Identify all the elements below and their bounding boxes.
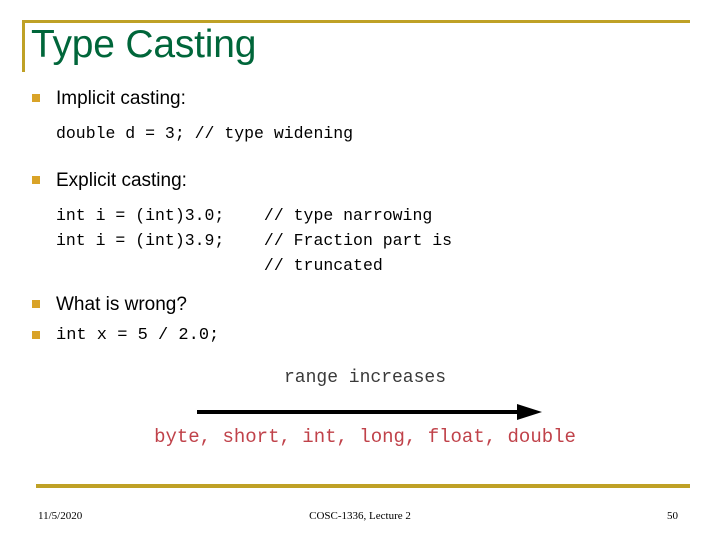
bullet-label: Explicit casting: bbox=[56, 170, 187, 191]
right-arrow-icon bbox=[197, 404, 542, 420]
bullet-item-implicit-casting: Implicit casting: bbox=[0, 86, 720, 111]
title-rule-left bbox=[22, 20, 25, 72]
slide-body: Implicit casting: double d = 3; // type … bbox=[0, 86, 720, 348]
range-caption: range increases bbox=[283, 368, 447, 388]
bullet-label: Implicit casting: bbox=[56, 88, 186, 109]
bullet-item-what-is-wrong: What is wrong? bbox=[0, 292, 720, 317]
bullet-label: What is wrong? bbox=[56, 294, 187, 315]
bullet-square-icon bbox=[32, 331, 40, 339]
footer: 11/5/2020 COSC-1336, Lecture 2 50 bbox=[0, 508, 720, 530]
footer-course-label: COSC-1336, Lecture 2 bbox=[309, 510, 411, 522]
footer-rule bbox=[36, 484, 690, 488]
code-explicit-line-2: int i = (int)3.9; // Fraction part is bbox=[56, 231, 453, 250]
bullet-item-code-question: int x = 5 / 2.0; bbox=[0, 323, 720, 348]
range-types-list: byte, short, int, long, float, double bbox=[154, 426, 576, 448]
page-title: Type Casting bbox=[31, 23, 257, 66]
code-explicit-line-1: int i = (int)3.0; // type narrowing bbox=[56, 206, 433, 225]
footer-slide-number: 50 bbox=[667, 510, 678, 522]
code-explicit-line-3: // truncated bbox=[56, 256, 383, 275]
bullet-square-icon bbox=[32, 94, 40, 102]
bullet-item-explicit-casting: Explicit casting: bbox=[0, 168, 720, 193]
bullet-square-icon bbox=[32, 300, 40, 308]
bullet-label: int x = 5 / 2.0; bbox=[56, 326, 220, 345]
slide: Type Casting Implicit casting: double d … bbox=[0, 0, 720, 540]
code-implicit-casting: double d = 3; // type widening bbox=[56, 124, 354, 143]
bullet-square-icon bbox=[32, 176, 40, 184]
